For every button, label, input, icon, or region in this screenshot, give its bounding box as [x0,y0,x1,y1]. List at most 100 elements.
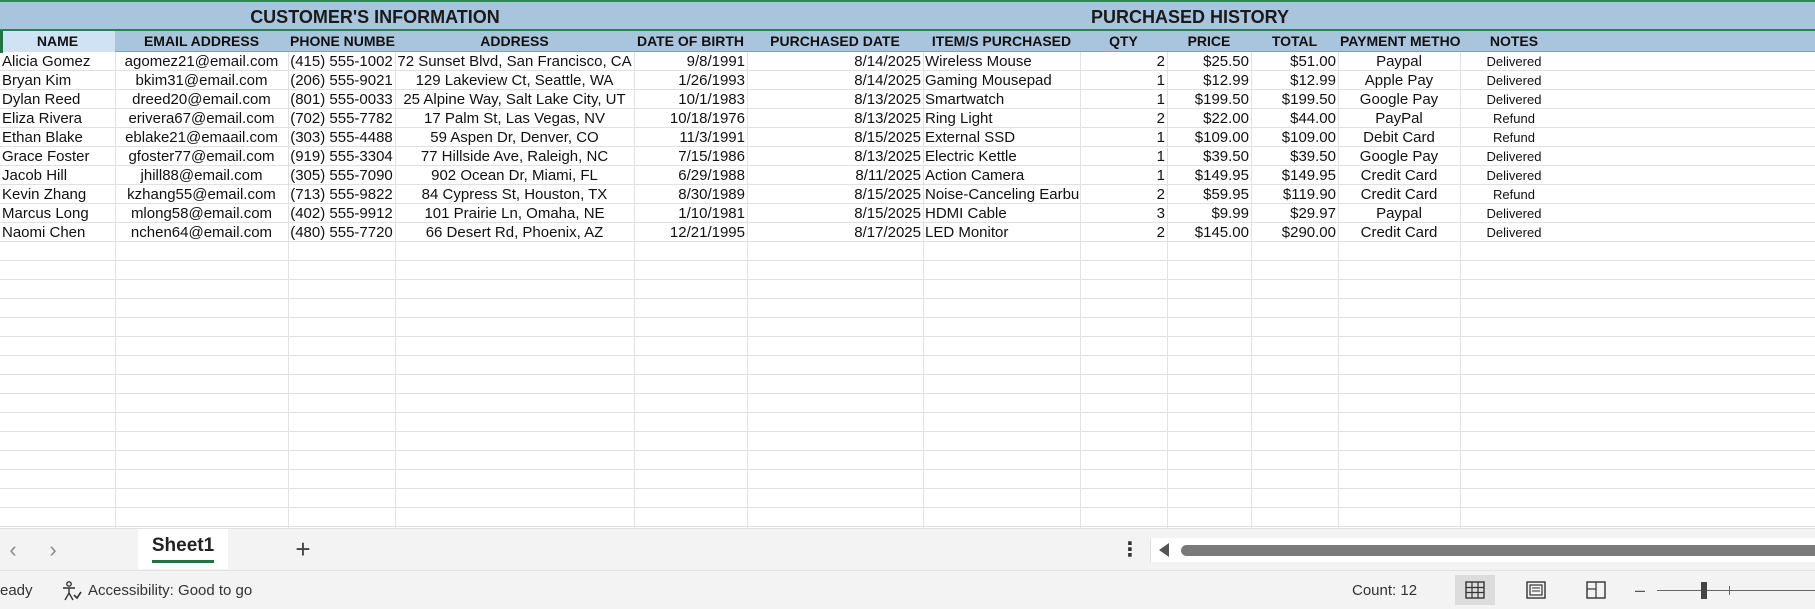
cell-qty[interactable]: 1 [1080,166,1167,185]
cell-phone[interactable]: (415) 555-1002 [288,52,395,71]
cell-payment-method[interactable]: Apple Pay [1338,71,1460,90]
cell-qty[interactable]: 1 [1080,147,1167,166]
cell-address[interactable]: 77 Hillside Ave, Raleigh, NC [395,147,634,166]
cell-price[interactable]: $149.95 [1167,166,1251,185]
cell-dob[interactable]: 1/10/1981 [634,204,747,223]
cell-dob[interactable]: 9/8/1991 [634,52,747,71]
cell-address[interactable]: 72 Sunset Blvd, San Francisco, CA [395,52,634,71]
cell-total[interactable]: $51.00 [1251,52,1338,71]
cell-purchased-date[interactable]: 8/15/2025 [747,128,923,147]
cell-name[interactable]: Jacob Hill [0,166,115,185]
cell-phone[interactable]: (919) 555-3304 [288,147,395,166]
sheet-tab-sheet1[interactable]: Sheet1 [138,529,228,569]
cell-price[interactable]: $22.00 [1167,109,1251,128]
cell-dob[interactable]: 10/1/1983 [634,90,747,109]
column-header-qty[interactable]: QTY [1080,31,1167,52]
cell-notes[interactable]: Delivered [1460,71,1568,90]
cell-phone[interactable]: (480) 555-7720 [288,223,395,242]
cell-items[interactable]: Wireless Mouse [923,52,1080,71]
cell-payment-method[interactable]: Google Pay [1338,90,1460,109]
cell-notes[interactable]: Delivered [1460,204,1568,223]
cell-purchased-date[interactable]: 8/14/2025 [747,52,923,71]
cell-address[interactable]: 66 Desert Rd, Phoenix, AZ [395,223,634,242]
cell-dob[interactable]: 12/21/1995 [634,223,747,242]
cell-notes[interactable]: Delivered [1460,166,1568,185]
cell-payment-method[interactable]: Paypal [1338,204,1460,223]
cell-total[interactable]: $44.00 [1251,109,1338,128]
cell-email[interactable]: bkim31@email.com [115,71,288,90]
page-break-preview-button[interactable] [1576,575,1616,605]
cell-items[interactable]: External SSD [923,128,1080,147]
cell-email[interactable]: eblake21@emaail.com [115,128,288,147]
cell-price[interactable]: $9.99 [1167,204,1251,223]
next-sheet-arrow[interactable]: › [40,537,66,563]
cell-name[interactable]: Grace Foster [0,147,115,166]
cell-email[interactable]: mlong58@email.com [115,204,288,223]
cell-address[interactable]: 84 Cypress St, Houston, TX [395,185,634,204]
cell-dob[interactable]: 10/18/1976 [634,109,747,128]
cell-name[interactable]: Ethan Blake [0,128,115,147]
cell-price[interactable]: $199.50 [1167,90,1251,109]
cell-qty[interactable]: 2 [1080,52,1167,71]
cell-purchased-date[interactable]: 8/11/2025 [747,166,923,185]
horizontal-scrollbar[interactable] [1150,538,1815,562]
cell-address[interactable]: 17 Palm St, Las Vegas, NV [395,109,634,128]
column-header-payment-method[interactable]: PAYMENT METHOD [1338,31,1460,52]
cell-address[interactable]: 101 Prairie Ln, Omaha, NE [395,204,634,223]
customer-info-title[interactable]: CUSTOMER'S INFORMATION [115,2,635,31]
cell-qty[interactable]: 3 [1080,204,1167,223]
cell-phone[interactable]: (305) 555-7090 [288,166,395,185]
cell-total[interactable]: $119.90 [1251,185,1338,204]
column-header-dob[interactable]: DATE OF BIRTH [634,31,747,52]
more-options-icon[interactable]: ⋮ [1120,537,1140,563]
cell-items[interactable]: Action Camera [923,166,1080,185]
cell-items[interactable]: LED Monitor [923,223,1080,242]
cell-qty[interactable]: 2 [1080,185,1167,204]
cell-name[interactable]: Marcus Long [0,204,115,223]
zoom-track[interactable] [1657,590,1815,591]
cell-total[interactable]: $29.97 [1251,204,1338,223]
cell-phone[interactable]: (702) 555-7782 [288,109,395,128]
cell-notes[interactable]: Refund [1460,185,1568,204]
cell-items[interactable]: Gaming Mousepad [923,71,1080,90]
cell-items[interactable]: Ring Light [923,109,1080,128]
cell-phone[interactable]: (303) 555-4488 [288,128,395,147]
cell-purchased-date[interactable]: 8/15/2025 [747,204,923,223]
cell-qty[interactable]: 2 [1080,109,1167,128]
cell-email[interactable]: dreed20@email.com [115,90,288,109]
cell-dob[interactable]: 1/26/1993 [634,71,747,90]
normal-view-button[interactable] [1455,575,1495,605]
cell-dob[interactable]: 11/3/1991 [634,128,747,147]
cell-name[interactable]: Bryan Kim [0,71,115,90]
cell-address[interactable]: 25 Alpine Way, Salt Lake City, UT [395,90,634,109]
cell-price[interactable]: $39.50 [1167,147,1251,166]
cell-total[interactable]: $290.00 [1251,223,1338,242]
cell-payment-method[interactable]: Google Pay [1338,147,1460,166]
cell-payment-method[interactable]: Credit Card [1338,223,1460,242]
cell-price[interactable]: $109.00 [1167,128,1251,147]
cell-phone[interactable]: (206) 555-9021 [288,71,395,90]
spreadsheet-grid[interactable]: CUSTOMER'S INFORMATION PURCHASED HISTORY… [0,0,1815,528]
cell-phone[interactable]: (402) 555-9912 [288,204,395,223]
cell-total[interactable]: $199.50 [1251,90,1338,109]
cell-qty[interactable]: 1 [1080,71,1167,90]
prev-sheet-arrow[interactable]: ‹ [0,537,26,563]
cell-name[interactable]: Dylan Reed [0,90,115,109]
cell-dob[interactable]: 8/30/1989 [634,185,747,204]
cell-total[interactable]: $12.99 [1251,71,1338,90]
purchase-history-title[interactable]: PURCHASED HISTORY [635,2,1745,31]
cell-purchased-date[interactable]: 8/15/2025 [747,185,923,204]
cell-purchased-date[interactable]: 8/13/2025 [747,147,923,166]
cell-payment-method[interactable]: Credit Card [1338,185,1460,204]
cell-total[interactable]: $39.50 [1251,147,1338,166]
cell-qty[interactable]: 2 [1080,223,1167,242]
cell-name[interactable]: Alicia Gomez [0,52,115,71]
page-layout-button[interactable] [1516,575,1556,605]
cell-email[interactable]: jhill88@email.com [115,166,288,185]
cell-email[interactable]: nchen64@email.com [115,223,288,242]
cell-purchased-date[interactable]: 8/17/2025 [747,223,923,242]
cell-notes[interactable]: Delivered [1460,223,1568,242]
cell-email[interactable]: kzhang55@email.com [115,185,288,204]
cell-email[interactable]: agomez21@email.com [115,52,288,71]
cell-price[interactable]: $25.50 [1167,52,1251,71]
